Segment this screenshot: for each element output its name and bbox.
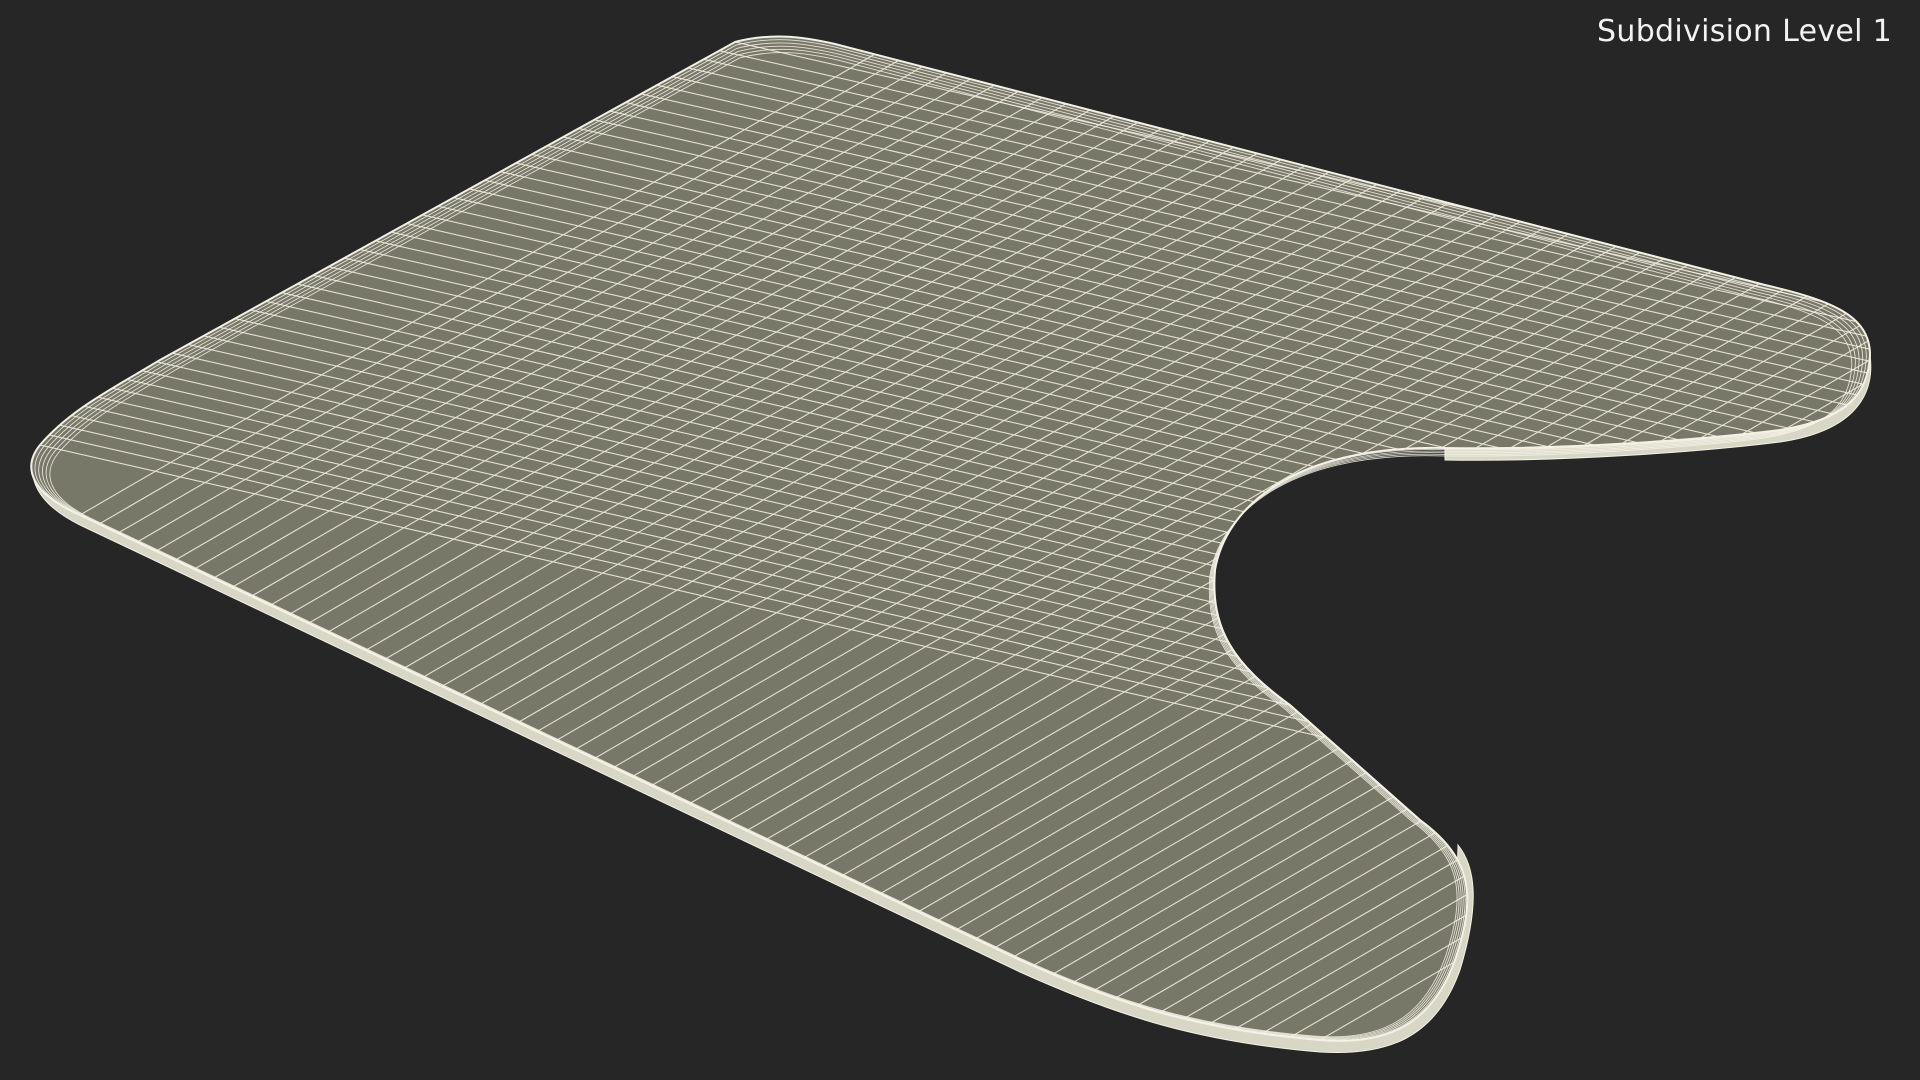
mesh-top-surface	[30, 35, 1872, 1042]
subdivision-level-label: Subdivision Level 1	[1597, 14, 1892, 49]
3d-viewport[interactable]: Subdivision Level 1	[0, 0, 1920, 1080]
wireframe-mesh-render	[30, 35, 1872, 1054]
